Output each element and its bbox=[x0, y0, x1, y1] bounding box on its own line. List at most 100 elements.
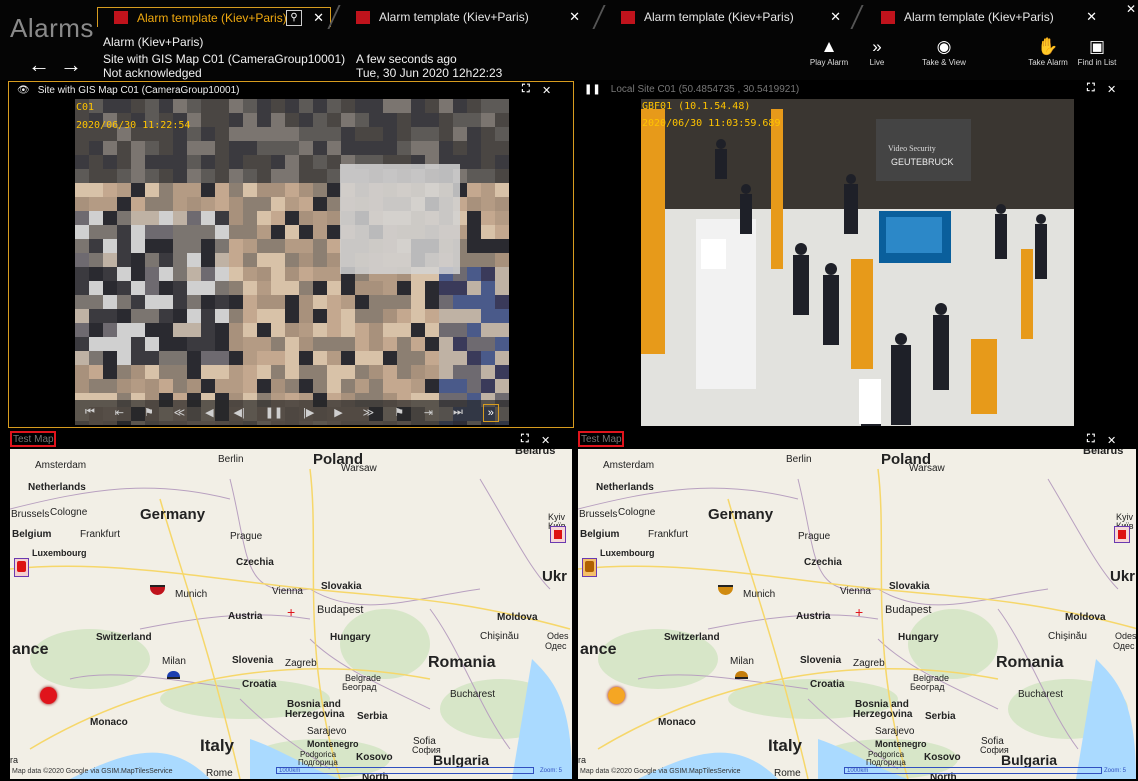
map-label-frankfurt: Frankfurt bbox=[80, 529, 121, 540]
alarm-tab-icon bbox=[621, 10, 635, 24]
map-label-netherlands: Netherlands bbox=[28, 482, 86, 493]
step-forward-icon[interactable]: |▶ bbox=[303, 406, 314, 419]
close-window-icon[interactable]: ✕ bbox=[1126, 2, 1136, 16]
map-label-odesa: Odes bbox=[547, 631, 569, 641]
next-marker-icon[interactable]: ⚑ bbox=[394, 406, 404, 419]
map-label-france: ance bbox=[12, 641, 49, 658]
tab-alarm-4[interactable]: Alarm template (Kiev+Paris) ✕ bbox=[881, 7, 1103, 27]
osd-timestamp: 2020/06/30 11:03:59.689 bbox=[642, 118, 781, 129]
take-alarm-button[interactable]: ✋ Take Alarm bbox=[1024, 36, 1072, 67]
live-button[interactable]: » Live bbox=[862, 36, 892, 67]
camera-marker-kyiv[interactable] bbox=[1114, 526, 1130, 543]
svg-text:GEUTEBRUCK: GEUTEBRUCK bbox=[891, 157, 954, 167]
tab-label: Alarm template (Kiev+Paris) bbox=[137, 10, 287, 25]
close-tab-icon[interactable]: ✕ bbox=[569, 9, 580, 25]
close-tab-icon[interactable]: ✕ bbox=[313, 10, 324, 26]
map-label-ukraine: Ukr bbox=[1110, 568, 1136, 585]
find-in-list-button[interactable]: ▣ Find in List bbox=[1074, 36, 1120, 67]
video-panel-2[interactable]: ❚❚ Local Site C01 (50.4854735 , 30.541992… bbox=[576, 81, 1138, 428]
rewind-icon[interactable]: ◀ bbox=[205, 406, 213, 419]
map-label-berlin: Berlin bbox=[218, 454, 244, 465]
map-label-frankfurt: Frankfurt bbox=[648, 529, 689, 540]
gis-map[interactable]: Poland Belarus Berlin Warsaw Amsterdam Nether… bbox=[10, 449, 572, 779]
map-label-romania: Romania bbox=[428, 654, 496, 671]
find-in-list-icon: ▣ bbox=[1088, 37, 1106, 56]
fast-forward-icon[interactable]: ≫ bbox=[363, 406, 375, 419]
take-view-label: Take & View bbox=[922, 58, 966, 67]
close-tab-icon[interactable]: ✕ bbox=[1086, 9, 1097, 25]
map-label-kosovo: Kosovo bbox=[924, 752, 961, 763]
back-arrow-icon[interactable]: ← bbox=[28, 52, 60, 77]
camera-icon bbox=[1118, 530, 1126, 539]
tab-alarm-1[interactable]: Alarm template (Kiev+Paris) ⚲ ✕ bbox=[97, 7, 331, 27]
camera-marker-paris[interactable] bbox=[582, 558, 597, 577]
map-panel-1[interactable]: Test Map ⛶ ✕ Poland Belarus Berlin Warsaw Am… bbox=[8, 430, 574, 781]
map-label-sarajevo: Sarajevo bbox=[875, 726, 915, 737]
playback-controls: ⏮ ⇤ ⚑ ≪ ◀ ◀| ❚❚ |▶ ▶ ≫ ⚑ ⇥ ⏭ » bbox=[75, 400, 509, 425]
map-label-chisinau: Chişinău bbox=[1048, 631, 1087, 642]
tab-separator bbox=[592, 5, 606, 29]
alarm-marker-large[interactable] bbox=[40, 687, 57, 704]
alarm-marker-milan[interactable] bbox=[735, 671, 748, 679]
maximize-icon[interactable]: ⛶ bbox=[522, 83, 530, 96]
map-label-slovenia: Slovenia bbox=[800, 655, 842, 666]
tab-label: Alarm template (Kiev+Paris) bbox=[904, 10, 1054, 24]
map-label-warsaw: Warsaw bbox=[909, 463, 945, 474]
take-alarm-label: Take Alarm bbox=[1028, 58, 1068, 67]
close-tab-icon[interactable]: ✕ bbox=[830, 9, 841, 25]
alarm-marker-large[interactable] bbox=[608, 687, 625, 704]
close-panel-icon[interactable]: ✕ bbox=[1107, 434, 1116, 447]
map-label-hungary: Hungary bbox=[330, 632, 371, 643]
play-alarm-button[interactable]: ▲ Play Alarm bbox=[806, 36, 852, 67]
map-label-cologne: Cologne bbox=[50, 507, 88, 518]
forward-arrow-icon[interactable]: → bbox=[60, 52, 92, 77]
map-label-budapest: Budapest bbox=[317, 604, 364, 616]
booth-scene: Video Security GEUTEBRUCK bbox=[641, 99, 1074, 426]
map-label-prague: Prague bbox=[230, 531, 263, 542]
prev-marker-icon[interactable]: ⚑ bbox=[144, 406, 154, 419]
camera-marker-kyiv[interactable] bbox=[550, 526, 566, 543]
map-label-cologne: Cologne bbox=[618, 507, 656, 518]
map-label-ukraine: Ukr bbox=[542, 568, 568, 585]
maximize-icon[interactable]: ⛶ bbox=[521, 433, 529, 446]
step-back-icon[interactable]: ◀| bbox=[233, 406, 244, 419]
pause-icon[interactable]: ❚❚ bbox=[584, 84, 601, 95]
map-label-brussels: Brussels bbox=[579, 509, 618, 520]
map-label-moldova: Moldova bbox=[1065, 612, 1106, 623]
take-view-button[interactable]: ◉ Take & View bbox=[916, 36, 972, 67]
map-panel-2[interactable]: Test Map ⛶ ✕ Poland Belarus Berlin Warsaw Am… bbox=[576, 430, 1138, 781]
eye-icon[interactable]: 👁 bbox=[17, 85, 30, 96]
maximize-icon[interactable]: ⛶ bbox=[1087, 433, 1095, 446]
skip-end-icon[interactable]: ⏭ bbox=[453, 406, 463, 419]
map-label-austria: Austria bbox=[228, 611, 263, 622]
map-label-milan: Milan bbox=[730, 656, 754, 667]
live-jump-icon[interactable]: » bbox=[482, 403, 499, 422]
maximize-icon[interactable]: ⛶ bbox=[1087, 82, 1095, 95]
prev-event-icon[interactable]: ⇤ bbox=[115, 406, 124, 419]
map-label-germany: Germany bbox=[140, 506, 206, 523]
map-label-montenegro: Montenegro bbox=[307, 739, 359, 749]
skip-start-icon[interactable]: ⏮ bbox=[85, 406, 95, 419]
alarm-tab-icon bbox=[881, 10, 895, 24]
close-panel-icon[interactable]: ✕ bbox=[541, 434, 550, 447]
gis-map[interactable]: Poland Belarus Berlin Warsaw Amsterdam Nether… bbox=[578, 449, 1136, 779]
play-icon[interactable]: ▶ bbox=[334, 406, 342, 419]
tab-alarm-2[interactable]: Alarm template (Kiev+Paris) ✕ bbox=[356, 7, 586, 27]
camera-icon bbox=[585, 561, 594, 572]
map-label-luxembourg: Luxembourg bbox=[600, 548, 655, 558]
alarm-site: Site with GIS Map C01 (CameraGroup10001) bbox=[103, 52, 346, 66]
camera-marker-paris[interactable] bbox=[14, 558, 29, 577]
video-frame-pixelated bbox=[75, 99, 509, 425]
next-event-icon[interactable]: ⇥ bbox=[424, 406, 433, 419]
rewind-fast-icon[interactable]: ≪ bbox=[174, 406, 186, 419]
close-panel-icon[interactable]: ✕ bbox=[1107, 83, 1116, 96]
pause-icon[interactable]: ❚❚ bbox=[265, 406, 283, 419]
alarm-marker-milan[interactable] bbox=[167, 671, 180, 679]
osd-camera: GBF01 (10.1.54.48) bbox=[642, 101, 751, 112]
map-label-bucharest: Bucharest bbox=[1018, 689, 1064, 700]
close-panel-icon[interactable]: ✕ bbox=[542, 84, 551, 97]
alarm-relative-time: A few seconds ago bbox=[356, 52, 457, 66]
app-title: Alarms bbox=[10, 13, 94, 43]
tab-alarm-3[interactable]: Alarm template (Kiev+Paris) ✕ bbox=[621, 7, 847, 27]
pin-icon[interactable]: ⚲ bbox=[286, 10, 302, 26]
